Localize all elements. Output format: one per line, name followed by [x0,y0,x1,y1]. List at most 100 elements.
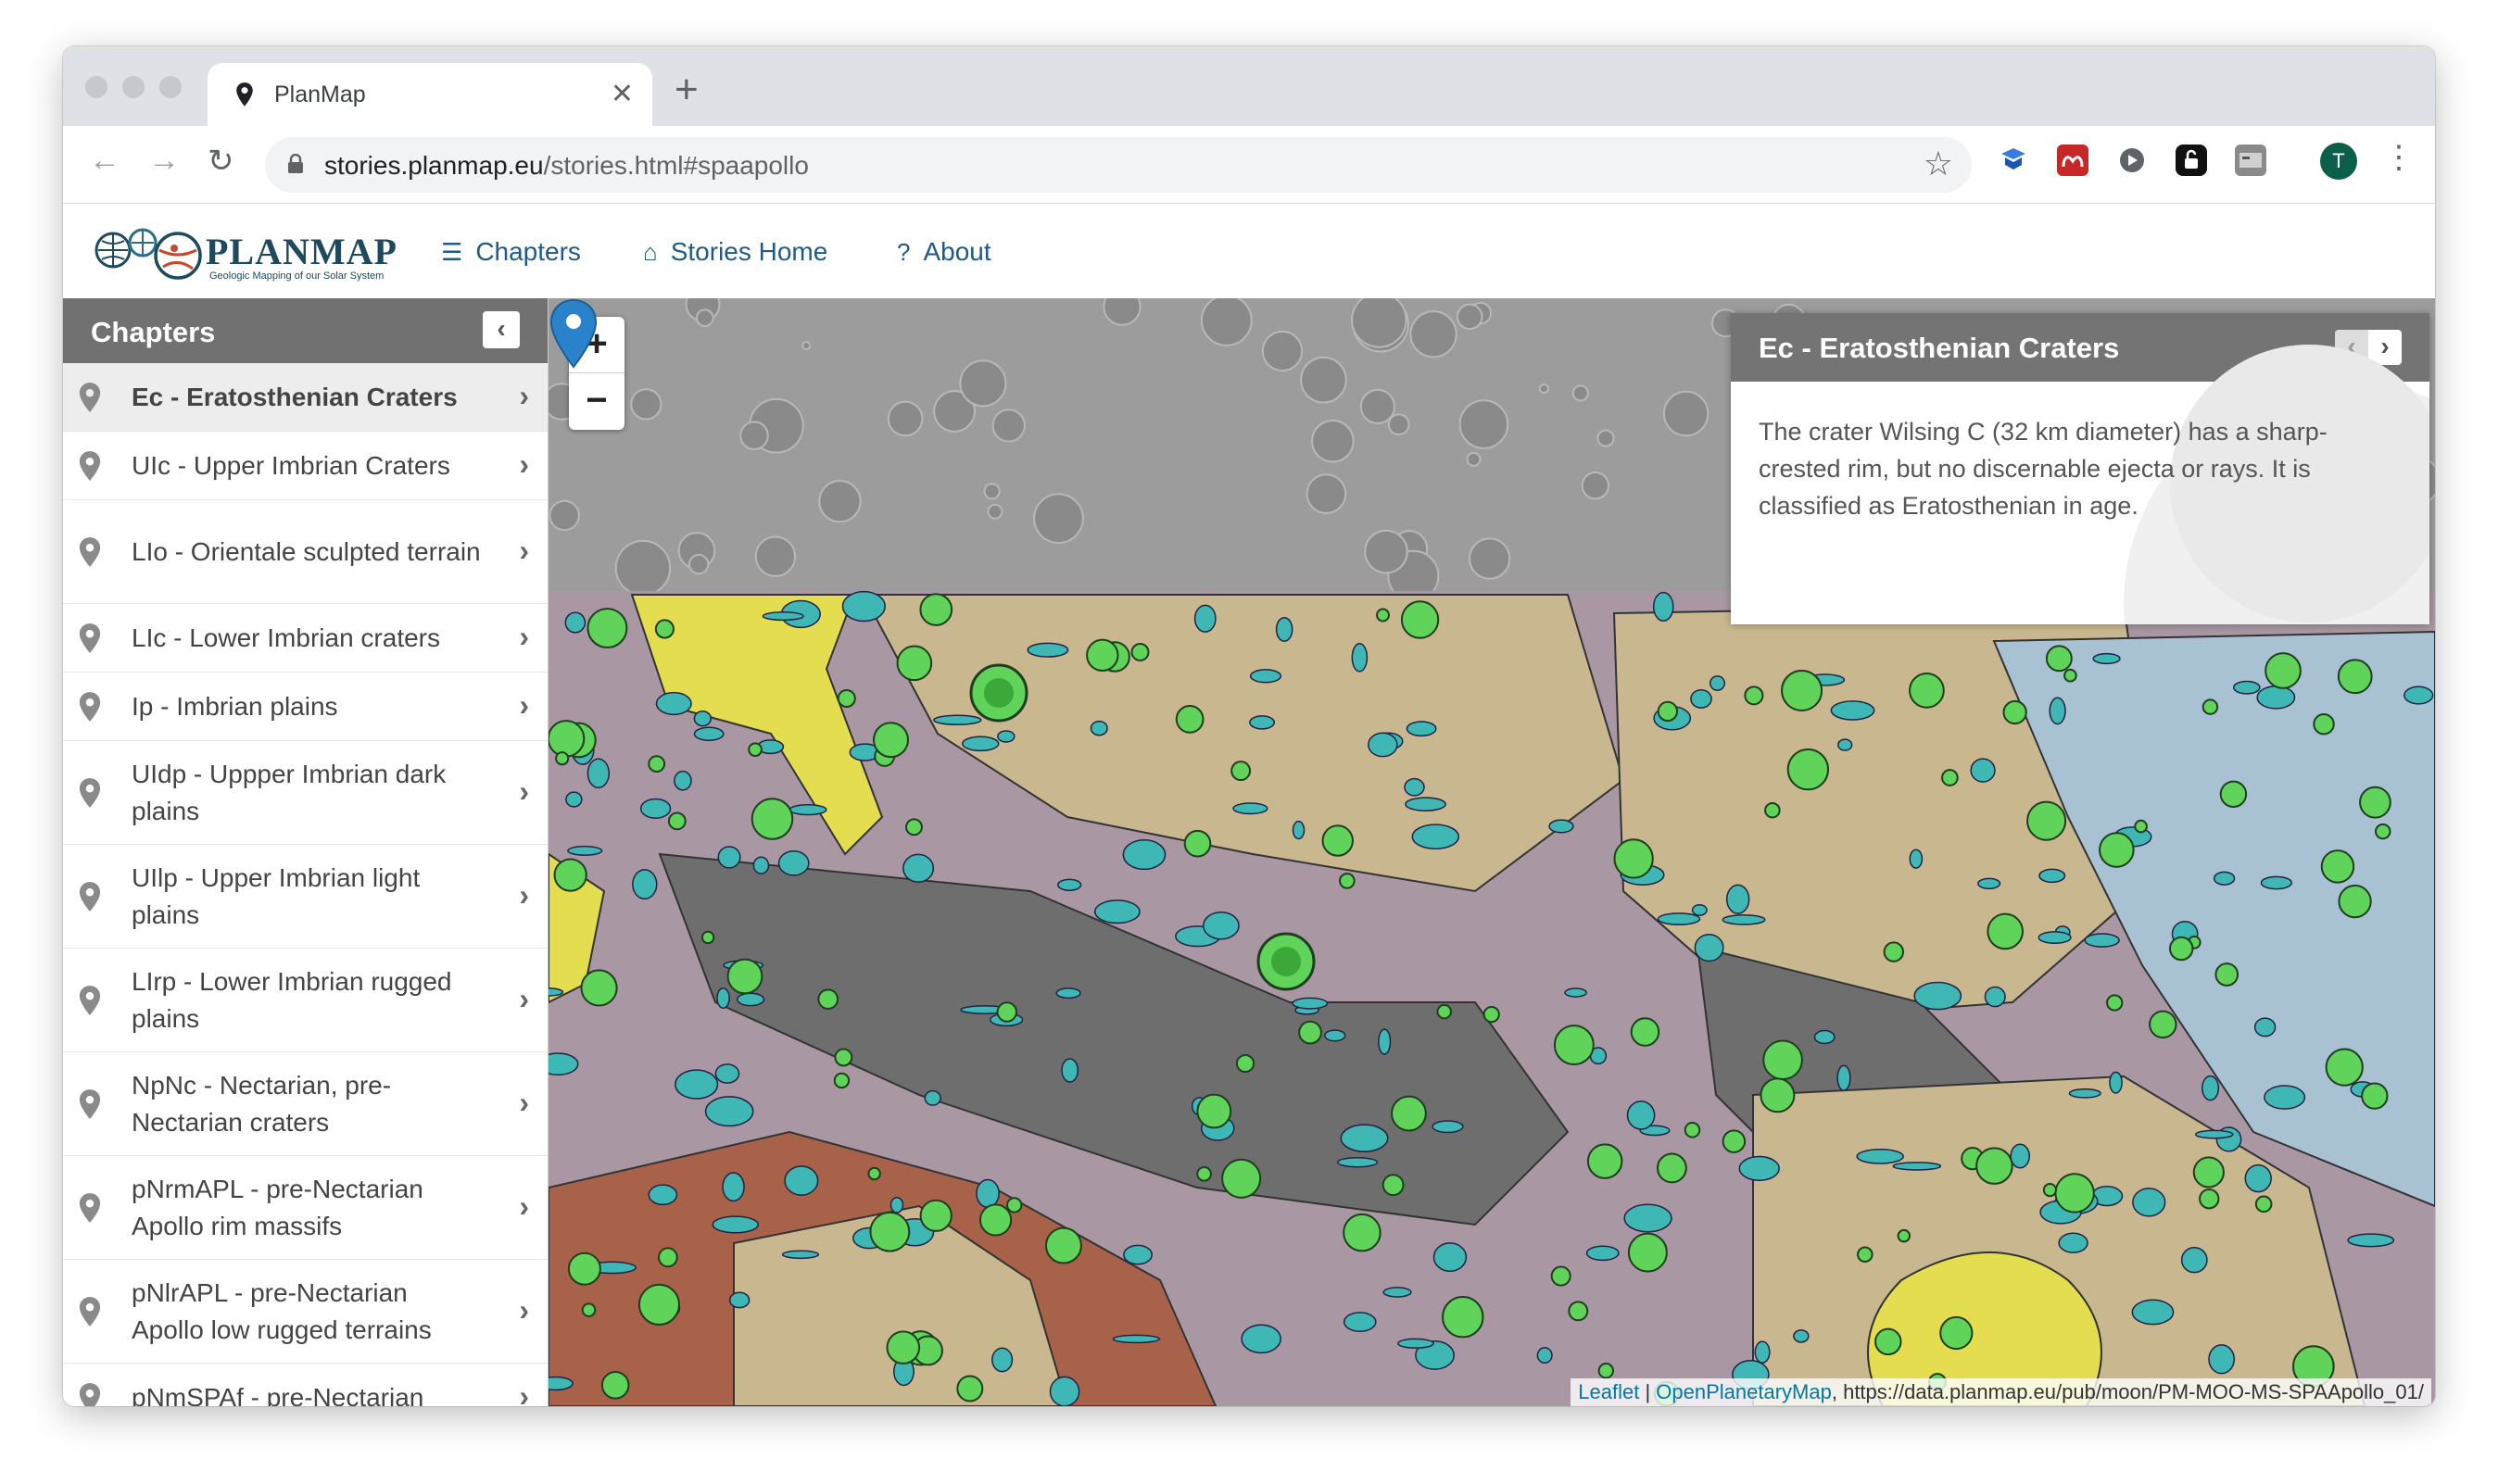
map-marker-icon [79,1088,101,1119]
chapter-label: pNlrAPL - pre-Nectarian Apollo low rugge… [132,1277,432,1344]
leaflet-link[interactable]: Leaflet [1578,1380,1639,1403]
list-icon: ☰ [441,238,463,266]
chapter-item[interactable]: Ip - Imbrian plains › [63,673,548,741]
chevron-right-icon: › [519,446,529,481]
tab-close-icon[interactable]: ✕ [611,78,634,110]
window-minimize-dot[interactable] [122,76,145,98]
chevron-right-icon: › [519,687,529,722]
story-text: The crater Wilsing C (32 km diameter) ha… [1759,418,2328,520]
chapter-label: LIrp - Lower Imbrian rugged plains [132,966,452,1033]
map-marker-icon [79,985,101,1015]
back-arrow-icon[interactable]: ← [89,143,120,179]
nav-stories-home-link[interactable]: ⌂ Stories Home [643,237,827,267]
chevron-right-icon: › [519,1378,529,1407]
map-view[interactable]: + − Ec - Eratosthenian Craters ‹ › The c… [549,298,2435,1406]
chapter-label: pNmSPAf - pre-Nectarian [132,1382,424,1407]
window-close-dot[interactable] [85,76,107,98]
map-marker-icon [79,691,101,722]
chapter-list: Ec - Eratosthenian Craters › UIc - Upper I… [63,363,548,1406]
map-marker-icon [79,623,101,653]
chapter-item[interactable]: LIc - Lower Imbrian craters › [63,604,548,673]
chevron-right-icon: › [519,981,529,1015]
story-panel: Ec - Eratosthenian Craters ‹ › The crate… [1731,313,2429,624]
chapter-label: UIc - Upper Imbrian Craters [132,450,450,480]
chapter-item[interactable]: LIo - Orientale sculpted terrain › [63,500,548,604]
browser-tab[interactable]: PlanMap ✕ [208,63,652,126]
chapter-item[interactable]: UIc - Upper Imbrian Craters › [63,432,548,500]
chapter-item[interactable]: UIdp - Uppper Imbrian dark plains › [63,741,548,845]
chapters-sidebar: Chapters ‹ Ec - Eratosthenian Craters › UI… [63,298,549,1406]
chevron-right-icon: › [519,1085,529,1119]
chapter-label: UIdp - Uppper Imbrian dark plains [132,759,447,825]
profile-avatar[interactable]: T [2320,143,2357,180]
sidebar-header: Chapters ‹ [63,298,548,363]
site-navbar: PLANMAP Geologic Mapping of our Solar Sy… [63,204,2435,298]
chapter-label: Ip - Imbrian plains [132,691,338,721]
chevron-right-icon: › [519,877,529,912]
chapter-item[interactable]: pNmSPAf - pre-Nectarian › [63,1364,548,1406]
map-marker-icon [79,1296,101,1327]
extension-card-icon[interactable] [2235,145,2266,176]
map-marker-icon [79,450,101,481]
chevron-right-icon: › [519,1188,529,1223]
chevron-right-icon: › [519,533,529,567]
map-marker-icon [79,1192,101,1223]
browser-toolbar: ← → ↻ stories.planmap.eu/stories.html#sp… [63,126,2435,204]
tab-title: PlanMap [274,82,366,107]
extension-lock-icon[interactable] [2176,145,2207,176]
openplanetarymap-link[interactable]: OpenPlanetaryMap [1656,1380,1832,1403]
address-bar[interactable]: stories.planmap.eu/stories.html#spaapoll… [265,137,1972,193]
story-title: Ec - Eratosthenian Craters [1759,332,2120,364]
chapter-label: UIlp - Upper Imbrian light plains [132,862,421,929]
forward-arrow-icon[interactable]: → [148,143,180,179]
logo-tagline: Geologic Mapping of our Solar System [209,270,385,282]
chapter-label: NpNc - Nectarian, pre-Nectarian craters [132,1070,392,1137]
reload-icon[interactable]: ↻ [208,143,234,180]
logo-wordmark: PLANMAP [206,231,397,272]
planmap-logo[interactable]: PLANMAP Geologic Mapping of our Solar Sy… [91,217,397,291]
browser-window: PlanMap ✕ + ← → ↻ stories.planmap.eu/sto… [63,46,2435,1406]
chapter-label: pNrmAPL - pre-Nectarian Apollo rim massi… [132,1174,423,1240]
chapter-label: Ec - Eratosthenian Craters [132,382,458,411]
sidebar-title: Chapters [91,316,216,348]
map-pin-icon [236,82,253,107]
story-body: The crater Wilsing C (32 km diameter) ha… [1731,345,2429,624]
chapter-item[interactable]: Ec - Eratosthenian Craters › [63,363,548,432]
map-marker-icon [79,777,101,808]
url-text: stories.planmap.eu/stories.html#spaapoll… [324,151,809,180]
new-tab-button[interactable]: + [675,67,699,113]
sidebar-collapse-button[interactable]: ‹ [483,311,520,348]
browser-menu-icon[interactable]: ⋮ [2383,139,2415,176]
extension-mendeley-icon[interactable] [2057,145,2088,176]
map-marker-icon [79,881,101,912]
map-attribution: Leaflet | OpenPlanetaryMap, https://data… [1571,1378,2431,1406]
chevron-right-icon: › [519,1292,529,1327]
chevron-right-icon: › [519,619,529,653]
chapter-item[interactable]: pNrmAPL - pre-Nectarian Apollo rim massi… [63,1156,548,1260]
extension-chat-icon[interactable] [2116,145,2148,176]
map-marker-icon [79,382,101,412]
map-marker-icon [79,1382,101,1406]
extension-shield-icon[interactable] [1998,145,2029,176]
chapter-label: LIc - Lower Imbrian craters [132,623,440,652]
window-zoom-dot[interactable] [159,76,182,98]
chapter-item[interactable]: NpNc - Nectarian, pre-Nectarian craters › [63,1052,548,1156]
chapter-label: LIo - Orientale sculpted terrain [132,536,481,566]
lock-icon [288,154,303,173]
chapter-item[interactable]: pNlrAPL - pre-Nectarian Apollo low rugge… [63,1260,548,1364]
nav-chapters-link[interactable]: ☰ Chapters [441,237,581,267]
nav-about-link[interactable]: ? About [897,237,991,267]
home-icon: ⌂ [643,238,658,266]
planmap-globes-icon [95,228,202,280]
chapter-item[interactable]: LIrp - Lower Imbrian rugged plains › [63,949,548,1052]
chapter-item[interactable]: UIlp - Upper Imbrian light plains › [63,845,548,949]
zoom-out-button[interactable]: − [569,373,624,430]
map-marker-icon [79,536,101,567]
location-marker-icon[interactable] [549,298,599,369]
source-url-text: , https://data.planmap.eu/pub/moon/PM-MO… [1831,1380,2424,1403]
bookmark-star-icon[interactable]: ☆ [1924,145,1953,183]
chevron-right-icon: › [519,378,529,412]
question-circle-icon: ? [897,238,911,266]
chevron-right-icon: › [519,773,529,808]
tab-strip: PlanMap ✕ + [63,46,2435,126]
